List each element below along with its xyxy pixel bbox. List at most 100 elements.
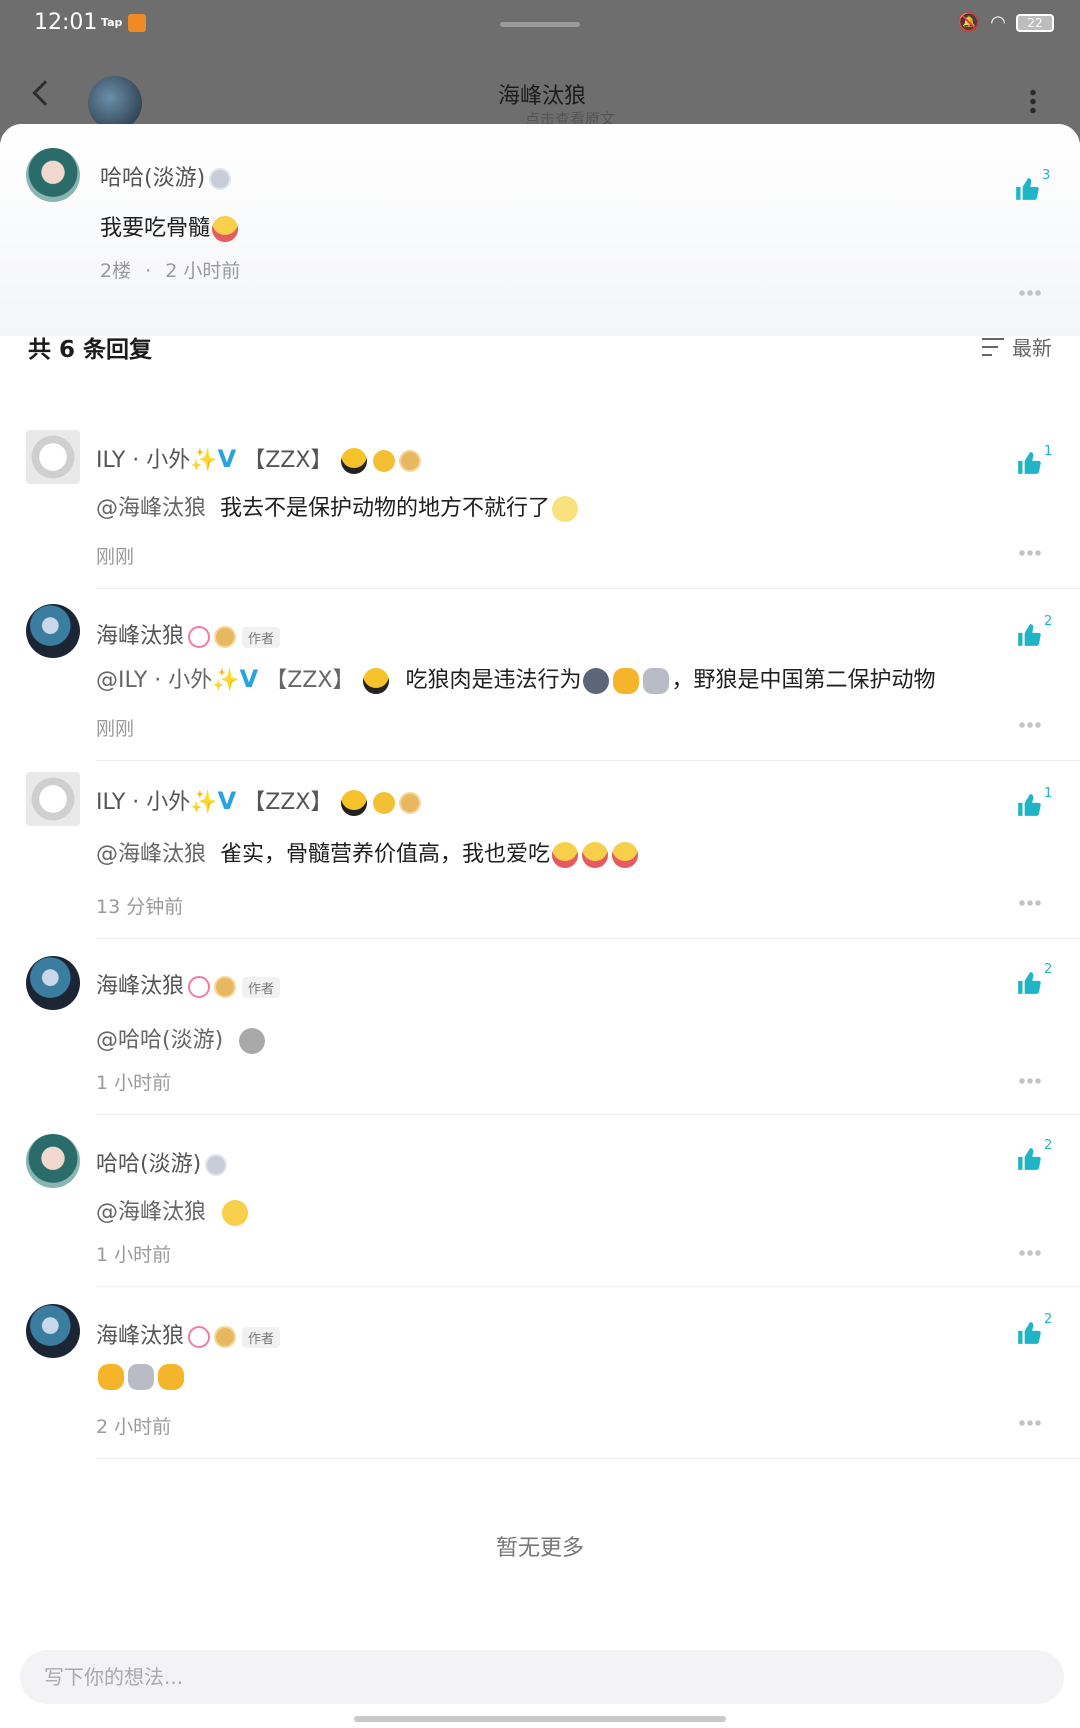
level-badge-icon <box>214 626 237 648</box>
divider <box>96 1286 1080 1287</box>
avatar[interactable] <box>26 1134 80 1188</box>
like-button[interactable] <box>1016 450 1046 480</box>
reply-text <box>96 1364 186 1390</box>
drool-emoji-icon <box>612 842 639 868</box>
more-options-icon[interactable] <box>1018 1420 1042 1426</box>
author-tag-text: 【ZZX】 <box>243 790 333 815</box>
reply-body: 雀实，骨髓营养价值高，我也爱吃 <box>220 842 551 867</box>
verified-icon: V <box>217 787 237 815</box>
pink-badge-icon <box>188 626 211 648</box>
reply-author[interactable]: 哈哈(淡游) <box>96 1146 228 1178</box>
reply-time: 刚刚 <box>96 718 135 740</box>
author-name[interactable]: ILY · 小外 <box>96 448 190 473</box>
author-name[interactable]: 海峰汰狼 <box>96 1324 184 1349</box>
author-tag: 作者 <box>242 976 281 998</box>
reply-author[interactable]: 海峰汰狼 作者 <box>96 618 281 650</box>
reply-time: 2 小时前 <box>96 1416 172 1438</box>
avatar[interactable] <box>26 148 80 202</box>
avatar[interactable] <box>26 956 80 1010</box>
no-more-label: 暂无更多 <box>495 1536 584 1561</box>
comment-input[interactable]: 写下你的想法... <box>20 1650 1064 1704</box>
mention-name[interactable]: @ILY · 小外 <box>96 668 212 693</box>
like-button[interactable] <box>1014 176 1044 206</box>
like-count: 3 <box>1042 168 1051 183</box>
mention-link[interactable]: @ILY · 小外✨V 【ZZX】 <box>96 665 354 693</box>
pink-badge-icon <box>188 976 211 998</box>
reply-author[interactable]: 海峰汰狼 作者 <box>96 968 281 1000</box>
battery-icon: 22 <box>1016 13 1054 32</box>
thumbs-up-icon <box>1018 972 1041 994</box>
thumbs-up-icon <box>1018 1148 1041 1170</box>
verified-icon: V <box>239 665 259 693</box>
back-arrow-icon[interactable] <box>32 80 58 106</box>
like-button[interactable] <box>1016 792 1046 822</box>
sort-icon <box>982 337 1004 356</box>
sparkle-icon: ✨ <box>190 790 218 815</box>
thumbs-up-icon <box>1018 452 1041 474</box>
header-avatar[interactable] <box>88 76 142 130</box>
avatar[interactable] <box>26 1304 80 1358</box>
thumbs-up-icon <box>1018 1322 1041 1344</box>
comment-body: 我要吃骨髓 <box>100 216 211 241</box>
like-button[interactable] <box>1016 970 1046 1000</box>
gold-badge-icon <box>373 792 396 814</box>
comment-text: 我要吃骨髓 <box>100 210 240 242</box>
reply-author[interactable]: ILY · 小外✨V 【ZZX】 <box>96 442 422 474</box>
wifi-icon: ◠ <box>990 12 1006 33</box>
replies-sheet: 哈哈(淡游) 我要吃骨髓 2楼 · 2 小时前 3 共 6 条回复 最新 ILY… <box>0 124 1080 1728</box>
cool-emoji-icon <box>363 668 390 694</box>
like-count: 2 <box>1044 1312 1053 1327</box>
sort-toggle[interactable]: 最新 <box>982 332 1052 361</box>
author-name[interactable]: ILY · 小外 <box>96 790 190 815</box>
level-badge-icon <box>209 168 232 190</box>
divider <box>96 760 1080 761</box>
more-options-icon[interactable] <box>1018 722 1042 728</box>
status-icons: 🔕 ◠ 22 <box>958 12 1054 33</box>
divider <box>96 1114 1080 1115</box>
mention-link[interactable]: @哈哈(淡游) <box>96 1028 223 1053</box>
floor-number: 2楼 <box>100 260 132 282</box>
mention-link[interactable]: @海峰汰狼 <box>96 842 206 867</box>
more-options-icon[interactable] <box>1018 1078 1042 1084</box>
more-options-icon[interactable] <box>1018 290 1042 296</box>
drool-emoji-icon <box>212 216 239 242</box>
mention-link[interactable]: @海峰汰狼 <box>96 1200 206 1225</box>
comment-author[interactable]: 哈哈(淡游) <box>100 160 232 192</box>
cool-emoji-icon <box>341 448 368 474</box>
moon-face-emoji-icon <box>552 496 579 522</box>
more-options-icon[interactable] <box>1018 550 1042 556</box>
mute-icon: 🔕 <box>957 12 981 33</box>
avatar[interactable] <box>26 772 80 826</box>
like-count: 2 <box>1044 1138 1053 1153</box>
status-time: 12:01 <box>34 10 98 35</box>
like-count: 1 <box>1044 444 1053 459</box>
like-count: 2 <box>1044 962 1053 977</box>
pleading-emoji-icon <box>222 1200 249 1226</box>
like-button[interactable] <box>1016 1146 1046 1176</box>
author-name[interactable]: 哈哈(淡游) <box>96 1152 201 1177</box>
reply-body: 我去不是保护动物的地方不就行了 <box>220 496 551 521</box>
thumbs-up-icon <box>1018 794 1041 816</box>
more-options-icon[interactable] <box>1018 900 1042 906</box>
level-badge-icon <box>399 450 422 472</box>
author-name[interactable]: 海峰汰狼 <box>96 974 184 999</box>
sparkle-icon: ✨ <box>212 668 240 693</box>
wolf-emoji-icon <box>128 1364 154 1390</box>
author-name[interactable]: 哈哈(淡游) <box>100 166 205 191</box>
app-notification-icon <box>128 14 146 32</box>
more-options-icon[interactable] <box>1018 1250 1042 1256</box>
mention-tag[interactable]: 【ZZX】 <box>265 668 354 693</box>
like-button[interactable] <box>1016 1320 1046 1350</box>
avatar[interactable] <box>26 430 80 484</box>
home-indicator[interactable] <box>354 1716 726 1722</box>
like-button[interactable] <box>1016 622 1046 652</box>
more-vertical-icon[interactable] <box>1030 88 1036 114</box>
reply-author[interactable]: ILY · 小外✨V 【ZZX】 <box>96 784 422 816</box>
avatar[interactable] <box>26 604 80 658</box>
tap-app-label: Tap <box>101 16 123 29</box>
replies-count-title: 共 6 条回复 <box>28 337 153 363</box>
reply-text: @海峰汰狼 我去不是保护动物的地方不就行了 <box>96 490 580 522</box>
reply-author[interactable]: 海峰汰狼 作者 <box>96 1318 281 1350</box>
mention-link[interactable]: @海峰汰狼 <box>96 496 206 521</box>
author-name[interactable]: 海峰汰狼 <box>96 624 184 649</box>
